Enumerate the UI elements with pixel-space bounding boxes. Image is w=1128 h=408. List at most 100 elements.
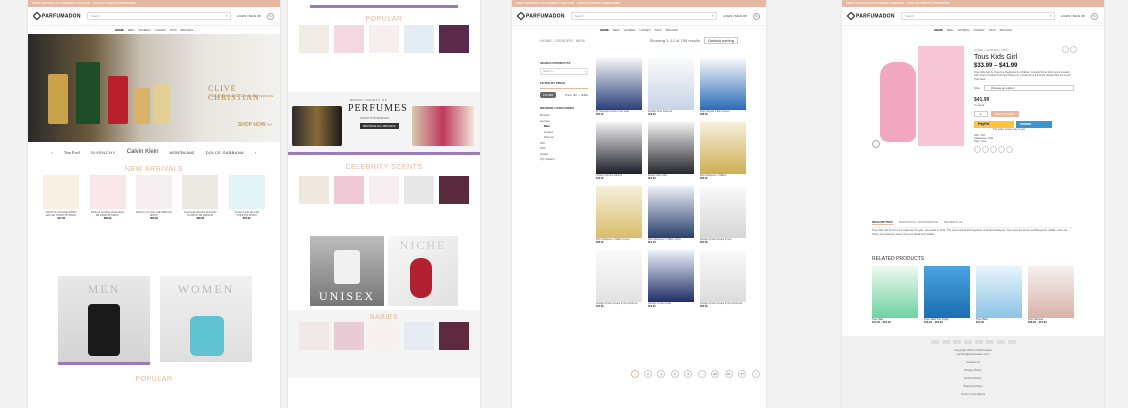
linkedin-icon[interactable] xyxy=(1006,146,1013,154)
product-image[interactable] xyxy=(404,322,435,350)
product-card[interactable]: Paco Rabanne 1 Million Lucky $58.99 xyxy=(596,186,642,244)
nav-brands[interactable]: BRANDS xyxy=(181,26,194,34)
footer-link[interactable]: Refund Policy xyxy=(842,376,1104,380)
category-women[interactable]: Women xyxy=(540,135,588,139)
product-image[interactable] xyxy=(648,186,694,238)
product-image[interactable] xyxy=(368,176,399,204)
product-card[interactable] xyxy=(439,25,470,55)
browse-brands-button[interactable]: BROWSE ALL BRANDS xyxy=(360,123,399,129)
footer-link[interactable]: Terms & Conditions xyxy=(842,392,1104,396)
product-card[interactable] xyxy=(298,322,329,352)
twitter-icon[interactable] xyxy=(982,146,989,154)
category-tile-women[interactable]: WOMEN xyxy=(160,276,252,362)
brand-logo[interactable]: GIVENCHY xyxy=(91,150,116,155)
product-card[interactable]: Giorgio Armani Code $56.99 xyxy=(648,250,694,308)
product-image[interactable] xyxy=(596,186,642,238)
product-image[interactable] xyxy=(700,250,746,302)
category-men[interactable]: Men xyxy=(540,124,588,128)
page-link[interactable]: 1 xyxy=(630,370,639,378)
next-page-icon[interactable]: › xyxy=(751,370,760,378)
product-card[interactable]: Giorgio Armani Acqua di Gio Profumo $72.9… xyxy=(596,250,642,308)
product-card[interactable]: Mugler Alien Man $64.99 xyxy=(648,122,694,180)
product-image[interactable] xyxy=(596,122,642,174)
product-card[interactable]: Paco Rabanne 1 Million $69.99 xyxy=(700,122,746,180)
product-card[interactable] xyxy=(298,25,329,55)
product-card[interactable]: NAUTICA VOYAGE SPORT EAU DE TOILETTE SPR… xyxy=(43,175,80,220)
brand-logo[interactable]: DOLCE GABBANA xyxy=(206,150,244,155)
search-icon[interactable]: ⌕ xyxy=(712,13,714,19)
pinterest-icon[interactable] xyxy=(998,146,1005,154)
account-link[interactable]: LOGIN / SIGN UP xyxy=(723,14,747,18)
product-card[interactable] xyxy=(298,176,329,206)
account-link[interactable]: LOGIN / SIGN UP xyxy=(237,14,261,18)
category-outlet[interactable]: Outlet xyxy=(540,152,588,156)
chevron-right-icon[interactable]: › xyxy=(255,150,256,155)
product-image[interactable] xyxy=(976,266,1022,318)
nav-men[interactable]: MEN xyxy=(613,26,620,34)
tab-reviews[interactable]: REVIEWS (0) xyxy=(944,220,962,225)
product-card[interactable]: Tous Baby $24.99 xyxy=(976,266,1022,324)
nav-men[interactable]: MEN xyxy=(947,26,954,34)
nav-unisex[interactable]: UNISEX xyxy=(973,26,984,34)
product-image[interactable] xyxy=(648,58,694,110)
nav-brands[interactable]: BRANDS xyxy=(666,26,679,34)
category-unisex[interactable]: Unisex xyxy=(540,130,588,134)
filter-button[interactable]: FILTER xyxy=(540,92,557,98)
brand-logo[interactable]: Calvin Klein xyxy=(127,149,159,155)
search-input[interactable]: Search ⌕ xyxy=(86,12,231,20)
product-card[interactable]: Arabian Oud Kalemat $39.99 xyxy=(648,58,694,116)
page-link[interactable]: 2 xyxy=(643,370,652,378)
product-image[interactable] xyxy=(700,186,746,238)
product-card[interactable] xyxy=(439,176,470,206)
product-card[interactable] xyxy=(368,176,399,206)
page-link[interactable]: 66 xyxy=(724,370,733,378)
category-tile-men[interactable]: MEN xyxy=(58,276,150,362)
product-image[interactable] xyxy=(182,175,219,209)
product-image[interactable] xyxy=(228,175,265,209)
product-card[interactable]: Armani Code EAU DE TOILETTE SPRAY $55.99 xyxy=(228,175,265,220)
page-link[interactable]: 3 xyxy=(657,370,666,378)
nav-women[interactable]: WOMEN xyxy=(958,26,970,34)
nav-women[interactable]: WOMEN xyxy=(139,26,151,34)
site-logo[interactable]: PARFUMADON xyxy=(516,11,565,21)
footer-link[interactable]: Shipping Policy xyxy=(842,384,1104,388)
email-icon[interactable] xyxy=(990,146,997,154)
product-image[interactable] xyxy=(298,176,329,204)
product-card[interactable] xyxy=(333,322,364,352)
nav-home[interactable]: HOME xyxy=(934,26,943,34)
footer-link[interactable]: Contact Us xyxy=(842,360,1104,364)
product-card[interactable]: Issey Miyake L'Eau d'Issey $38.99 xyxy=(700,58,746,116)
product-image[interactable] xyxy=(333,176,364,204)
product-card[interactable]: Tous Woman $38.99 – $55.99 xyxy=(1028,266,1074,324)
product-image[interactable] xyxy=(648,250,694,302)
product-card[interactable]: Parfums de Marly Delina EAU DE PARFUM SP… xyxy=(89,175,126,220)
footer-link[interactable]: Privacy Policy xyxy=(842,368,1104,372)
product-card[interactable] xyxy=(404,25,435,55)
product-image[interactable] xyxy=(298,322,329,350)
category-tile-unisex[interactable]: UNISEX xyxy=(310,236,384,306)
product-image[interactable] xyxy=(368,25,399,53)
quantity-stepper[interactable]: 1 xyxy=(974,111,988,118)
add-to-cart-button[interactable]: ADD TO CART xyxy=(990,111,1019,118)
category-gift[interactable]: Gift xyxy=(540,141,588,145)
breadcrumb[interactable]: HOME / GENDER / KIDS xyxy=(974,48,1074,52)
nav-unisex[interactable]: UNISEX xyxy=(639,26,650,34)
product-card[interactable] xyxy=(368,322,399,352)
zoom-icon[interactable] xyxy=(872,140,880,148)
product-image[interactable] xyxy=(333,25,364,53)
size-select[interactable]: Choose an option xyxy=(983,85,1074,92)
category-gender[interactable]: Gender xyxy=(540,119,588,123)
product-card[interactable] xyxy=(333,25,364,55)
nav-brands[interactable]: BRANDS xyxy=(1000,26,1013,34)
product-card[interactable]: Giorgio Armani Acqua di Gio Profondo $69.… xyxy=(700,250,746,308)
nav-kids[interactable]: KIDS xyxy=(170,26,177,34)
product-card[interactable] xyxy=(333,176,364,206)
product-image[interactable] xyxy=(924,266,970,318)
brand-logo[interactable]: Tom Ford xyxy=(64,150,80,155)
product-image[interactable] xyxy=(43,175,80,209)
search-input[interactable]: Search ⌕ xyxy=(900,12,1055,20)
tab-description[interactable]: DESCRIPTION xyxy=(872,220,893,225)
nav-men[interactable]: MEN xyxy=(128,26,135,34)
product-image[interactable] xyxy=(439,322,470,350)
product-card[interactable] xyxy=(404,322,435,352)
